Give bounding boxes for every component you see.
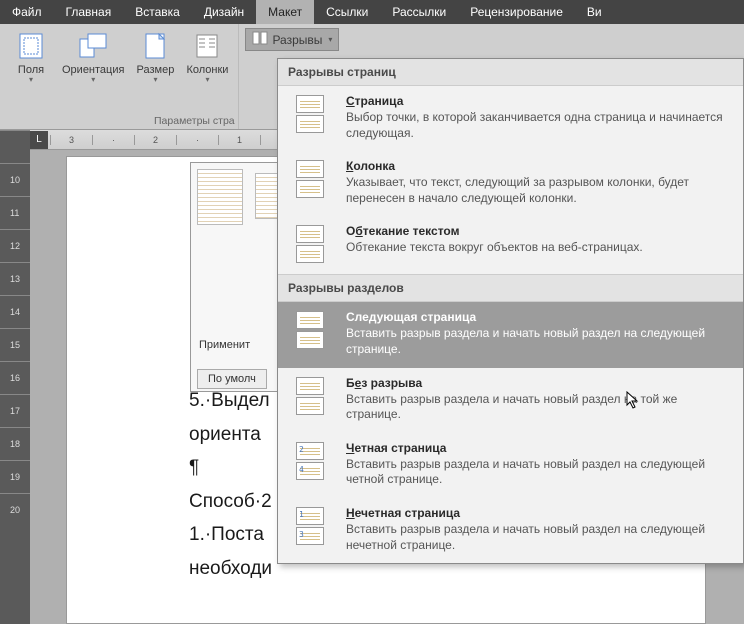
ruler-mark: 16 — [0, 361, 30, 394]
break-option-icon — [288, 224, 332, 264]
break-option-icon: 24 — [288, 441, 332, 481]
ruler-mark: 12 — [0, 229, 30, 262]
margins-button[interactable]: Поля ▾ — [6, 28, 56, 86]
ruler-mark: 13 — [0, 262, 30, 295]
option-title: Четная страница — [346, 441, 733, 455]
break-option-page[interactable]: Колонка Указывает, что текст, следующий з… — [278, 151, 743, 216]
ruler-mark: · — [92, 135, 134, 145]
tab-mailings[interactable]: Рассылки — [380, 0, 458, 24]
ruler-mark: 19 — [0, 460, 30, 493]
preview-thumb — [197, 169, 243, 225]
option-desc: Обтекание текста вокруг объектов на веб-… — [346, 240, 643, 256]
breaks-button[interactable]: Разрывы ▾ — [245, 28, 339, 51]
size-button[interactable]: Размер ▾ — [130, 28, 180, 86]
breaks-label: Разрывы — [272, 33, 322, 47]
tab-stop-selector[interactable]: L — [30, 131, 48, 149]
section-breaks-header: Разрывы разделов — [278, 274, 743, 302]
break-option-icon: 13 — [288, 506, 332, 546]
breaks-icon — [252, 31, 268, 48]
break-option-section[interactable]: 24 Четная страница Вставить разрыв раздела… — [278, 433, 743, 498]
caret-icon: ▾ — [29, 75, 33, 84]
columns-icon — [191, 30, 223, 62]
tab-design[interactable]: Дизайн — [192, 0, 256, 24]
ruler-mark: 1 — [218, 135, 260, 145]
break-option-icon — [288, 310, 332, 350]
default-button[interactable]: По умолч — [197, 369, 267, 389]
file-tabs: Файл Главная Вставка Дизайн Макет Ссылки… — [0, 0, 744, 24]
option-title: Без разрыва — [346, 376, 733, 390]
apply-to-label: Применит — [199, 339, 250, 351]
break-option-page[interactable]: Обтекание текстом Обтекание текста вокруг… — [278, 216, 743, 274]
break-option-icon — [288, 159, 332, 199]
tab-file[interactable]: Файл — [0, 0, 54, 24]
ruler-mark: 11 — [0, 196, 30, 229]
option-title: Страница — [346, 94, 733, 108]
break-option-page[interactable]: Страница Выбор точки, в которой заканчива… — [278, 86, 743, 151]
vertical-ruler[interactable]: 1011121314151617181920 — [0, 130, 30, 624]
option-desc: Указывает, что текст, следующий за разры… — [346, 175, 733, 206]
ruler-mark: 3 — [50, 135, 92, 145]
editor-area: L 3·2·1·· 1011121314151617181920 5.·Выде… — [0, 130, 744, 624]
break-option-icon — [288, 94, 332, 134]
orientation-button[interactable]: Ориентация ▾ — [58, 28, 128, 86]
page-setup-caption: Параметры стра — [154, 115, 235, 127]
ruler-mark: 17 — [0, 394, 30, 427]
tab-home[interactable]: Главная — [54, 0, 124, 24]
caret-icon: ▾ — [328, 35, 332, 44]
option-desc: Вставить разрыв раздела и начать новый р… — [346, 326, 733, 357]
ruler-mark: 15 — [0, 328, 30, 361]
caret-icon: ▾ — [91, 75, 95, 84]
option-title: Обтекание текстом — [346, 224, 643, 238]
option-title: Следующая страница — [346, 310, 733, 324]
page-setup-group: Поля ▾ Ориентация ▾ Размер ▾ — [0, 24, 239, 129]
break-option-icon — [288, 376, 332, 416]
orientation-icon — [77, 30, 109, 62]
tab-insert[interactable]: Вставка — [123, 0, 192, 24]
break-option-section[interactable]: Следующая страница Вставить разрыв раздел… — [278, 302, 743, 367]
breaks-dropdown: Разрывы страниц Страница Выбор точки, в к… — [277, 58, 744, 564]
page-breaks-header: Разрывы страниц — [278, 59, 743, 86]
tab-layout[interactable]: Макет — [256, 0, 314, 24]
ruler-mark — [0, 130, 30, 163]
break-option-section[interactable]: 13 Нечетная страница Вставить разрыв разде… — [278, 498, 743, 563]
ruler-mark: 10 — [0, 163, 30, 196]
ruler-mark: 14 — [0, 295, 30, 328]
ruler-mark: 18 — [0, 427, 30, 460]
caret-icon: ▾ — [153, 75, 157, 84]
ruler-mark: 20 — [0, 493, 30, 526]
option-desc: Вставить разрыв раздела и начать новый р… — [346, 392, 733, 423]
option-title: Колонка — [346, 159, 733, 173]
option-desc: Вставить разрыв раздела и начать новый р… — [346, 522, 733, 553]
ruler-mark: 2 — [134, 135, 176, 145]
ruler-mark: · — [176, 135, 218, 145]
option-title: Нечетная страница — [346, 506, 733, 520]
option-desc: Выбор точки, в которой заканчивается одн… — [346, 110, 733, 141]
option-desc: Вставить разрыв раздела и начать новый р… — [346, 457, 733, 488]
caret-icon: ▾ — [205, 75, 209, 84]
size-icon — [139, 30, 171, 62]
margins-icon — [15, 30, 47, 62]
mouse-cursor-icon — [626, 391, 640, 414]
break-option-section[interactable]: Без разрыва Вставить разрыв раздела и нач… — [278, 368, 743, 433]
tab-view-cut[interactable]: Ви — [575, 0, 614, 24]
tab-references[interactable]: Ссылки — [314, 0, 380, 24]
columns-button[interactable]: Колонки ▾ — [182, 28, 232, 86]
tab-review[interactable]: Рецензирование — [458, 0, 575, 24]
